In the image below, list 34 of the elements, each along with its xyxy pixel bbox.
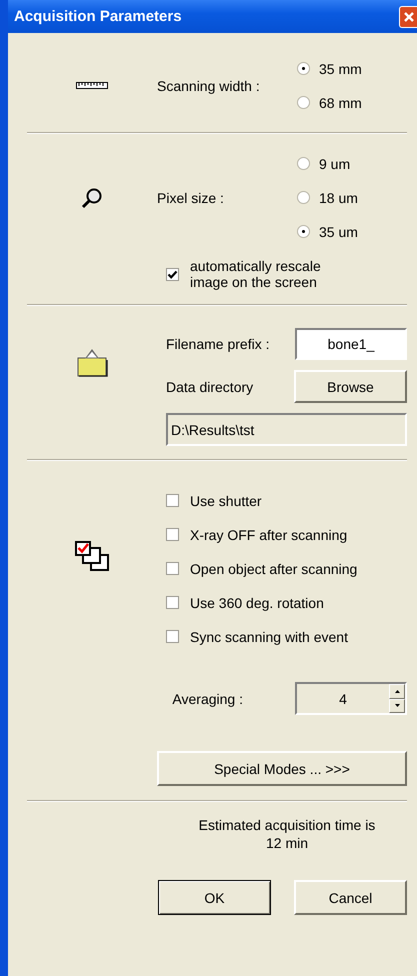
up-arrow-icon[interactable] (394, 690, 400, 693)
field-label: Pixel size : (157, 190, 224, 206)
rescale-checkbox[interactable]: automatically rescale image on the screen (166, 258, 407, 290)
special-modes-button[interactable]: Special Modes ... >>> (157, 751, 407, 786)
radio-option[interactable]: 68 mm (297, 93, 362, 112)
estimate-text: Estimated acquisition time is (198, 816, 376, 834)
estimate-text: 12 min (266, 834, 308, 852)
option-checkbox[interactable]: Open object after scanning (166, 559, 358, 578)
directory-field: D:\Results\tst (166, 413, 407, 446)
option-checkbox[interactable]: Sync scanning with event (166, 627, 358, 646)
field-label: Filename prefix : (166, 336, 270, 352)
down-arrow-icon[interactable] (394, 704, 400, 708)
window-title: Acquisition Parameters (14, 8, 182, 25)
radio-option[interactable]: 18 um (297, 188, 358, 207)
browse-button[interactable]: Browse (294, 370, 407, 403)
field-label: Averaging : (172, 690, 243, 706)
close-icon (402, 10, 414, 22)
option-checkbox[interactable]: Use 360 deg. rotation (166, 593, 358, 612)
folder-icon (76, 348, 108, 378)
option-checkbox[interactable]: Use shutter (166, 491, 358, 510)
averaging-spinner[interactable]: 4 (295, 682, 407, 715)
field-label: Data directory (166, 378, 254, 394)
radio-option[interactable]: 35 um (297, 222, 358, 241)
field-label: Scanning width : (157, 78, 260, 94)
dialog-button[interactable]: Cancel (294, 880, 407, 915)
radio-option[interactable]: 35 mm (297, 59, 362, 78)
prefix-field[interactable]: bone1_ (295, 328, 407, 360)
radio-option[interactable]: 9 um (297, 154, 358, 173)
ruler-icon (76, 82, 108, 90)
close-button[interactable] (399, 6, 417, 28)
magnifier-icon (81, 186, 103, 208)
dialog-button[interactable]: OK (158, 880, 271, 915)
check-icon (167, 268, 178, 280)
option-checkbox[interactable]: X-ray OFF after scanning (166, 525, 358, 544)
